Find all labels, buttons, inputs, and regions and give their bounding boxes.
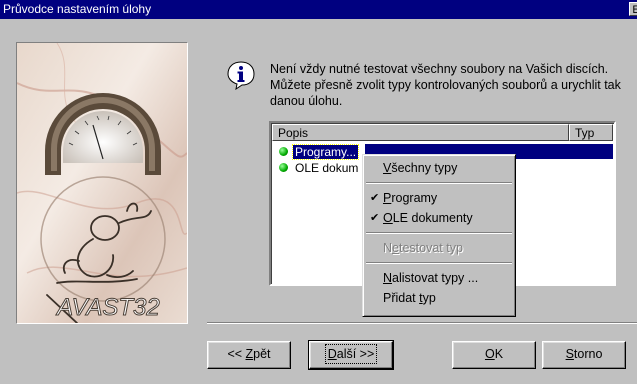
button-divider	[207, 322, 637, 324]
button-label-pre: <<	[227, 347, 246, 361]
menu-item-accel: O	[383, 211, 393, 225]
back-button[interactable]: << Zpět	[207, 341, 291, 369]
avast-logo-illustration: AVAST32	[17, 43, 187, 323]
menu-item-label-post: alistovat typy ...	[392, 271, 479, 285]
green-dot-icon	[279, 147, 288, 156]
list-header: Popis Typ	[272, 124, 613, 141]
menu-item-label-post: LE dokumenty	[392, 211, 473, 225]
list-item-label: Programy...	[291, 143, 360, 160]
menu-separator	[366, 262, 512, 264]
button-label-post: torno	[573, 347, 603, 361]
info-icon	[226, 60, 256, 91]
list-item-ole[interactable]: OLE dokum	[279, 160, 360, 175]
column-header-typ[interactable]: Typ	[569, 124, 613, 141]
menu-item-vsechny-typy[interactable]: Všechny typy	[365, 158, 513, 178]
brand-panel: AVAST32	[16, 42, 188, 324]
title-bar-button[interactable]: E	[629, 2, 637, 16]
info-message: Není vždy nutné testovat všechny soubory…	[270, 62, 621, 108]
avast-logo-text: AVAST32	[55, 294, 160, 321]
button-accel: D	[327, 347, 337, 361]
menu-item-label-post: šechny typy	[391, 161, 458, 175]
menu-item-accel: N	[383, 271, 393, 285]
green-dot-icon	[279, 163, 288, 172]
button-accel: Z	[245, 347, 254, 361]
check-icon: ✔	[370, 212, 380, 224]
menu-item-label-post: testovat typ	[398, 241, 463, 255]
menu-item-nalistovat-typy[interactable]: Nalistovat typy ...	[365, 268, 513, 288]
menu-item-pridat-typ[interactable]: Přidat typ	[365, 288, 513, 308]
menu-item-label-post: yp	[422, 291, 436, 305]
menu-separator	[366, 232, 512, 234]
menu-item-label-post: rogramy	[391, 191, 438, 205]
cancel-button[interactable]: Storno	[542, 341, 626, 369]
menu-item-label-pre: N	[383, 241, 393, 255]
next-button[interactable]: Další >>	[308, 340, 394, 370]
column-header-popis[interactable]: Popis	[272, 124, 569, 141]
check-icon: ✔	[370, 192, 380, 204]
menu-item-ole-dokumenty[interactable]: ✔ OLE dokumenty	[365, 208, 513, 228]
window-title: Průvodce nastavením úlohy	[3, 2, 152, 16]
ok-button[interactable]: OK	[452, 341, 536, 369]
title-bar: Průvodce nastavením úlohy E	[0, 0, 637, 19]
menu-item-netestovat-typ: Netestovat typ	[365, 238, 513, 258]
list-item-programy[interactable]: Programy...	[279, 143, 360, 160]
menu-item-label-pre: Přidat	[383, 291, 420, 305]
button-accel: O	[484, 347, 495, 361]
button-label-post: K	[494, 347, 504, 361]
button-label-post: pět	[253, 347, 271, 361]
list-item-label: OLE dokum	[295, 160, 359, 175]
menu-item-programy[interactable]: ✔ Programy	[365, 188, 513, 208]
context-menu: Všechny typy ✔ Programy ✔ OLE dokumenty …	[362, 154, 516, 317]
menu-separator	[366, 182, 512, 184]
button-label-post: alší >>	[336, 347, 375, 361]
menu-item-accel: e	[392, 241, 399, 255]
button-accel: S	[565, 347, 574, 361]
